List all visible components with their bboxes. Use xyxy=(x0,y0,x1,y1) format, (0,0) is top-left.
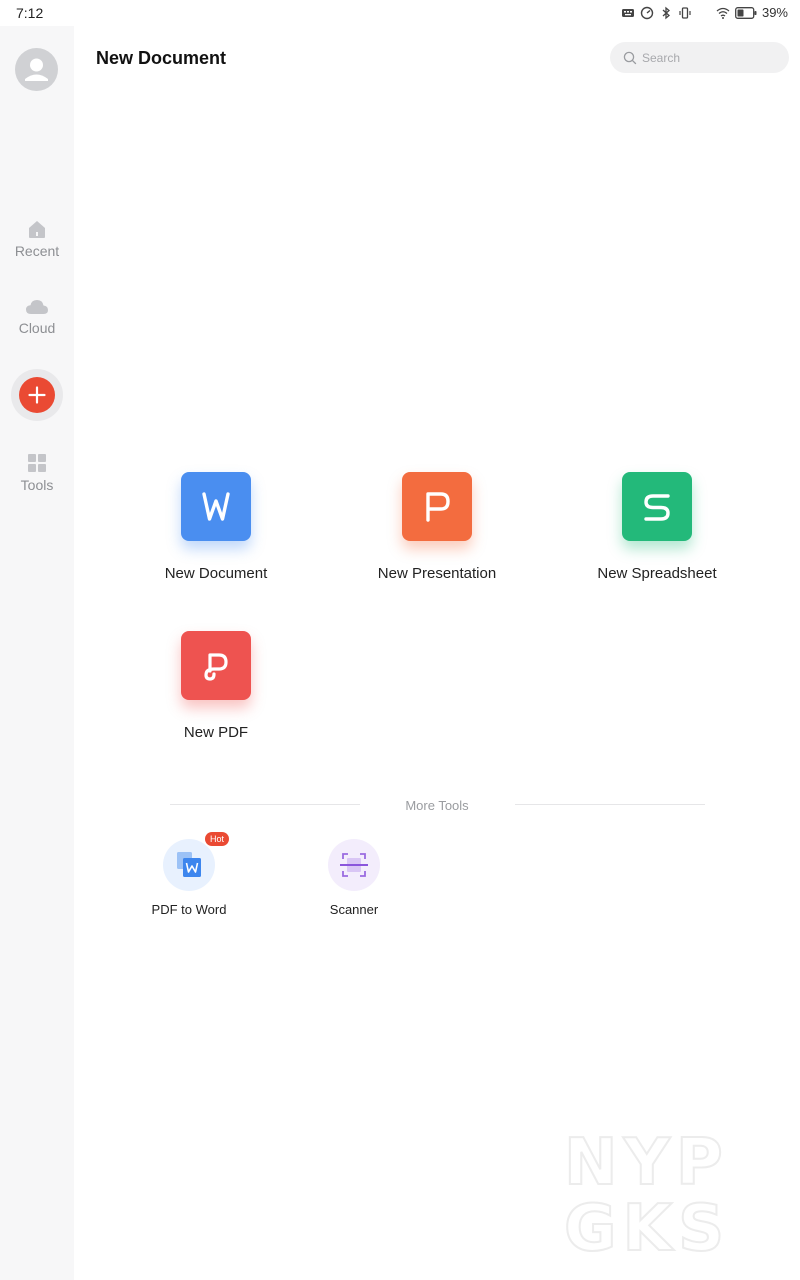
more-tools-label: More Tools xyxy=(405,798,469,813)
user-icon xyxy=(25,58,48,81)
grid-icon xyxy=(28,454,46,472)
avatar[interactable] xyxy=(15,48,58,91)
sidebar-item-recent[interactable]: Recent xyxy=(0,219,74,259)
moon-icon xyxy=(699,7,707,18)
presentation-icon xyxy=(402,472,472,541)
new-presentation-button[interactable]: New Presentation xyxy=(337,472,537,582)
pdf-icon xyxy=(181,631,251,700)
sidebar-item-cloud[interactable]: Cloud xyxy=(0,298,74,336)
search-input[interactable] xyxy=(642,42,782,73)
home-icon xyxy=(29,221,45,238)
page-title: New Document xyxy=(96,48,227,68)
plus-icon xyxy=(28,386,46,404)
svg-text:NYP: NYP xyxy=(564,1128,729,1200)
create-button[interactable] xyxy=(19,377,55,413)
bluetooth-icon xyxy=(662,6,670,19)
scanner-button[interactable]: Scanner xyxy=(294,839,414,917)
status-bar: 7:12 39% xyxy=(0,0,800,26)
create-fab[interactable] xyxy=(11,369,63,421)
sidebar-item-label: Recent xyxy=(14,243,60,259)
wifi-icon xyxy=(716,7,730,19)
tile-label: New PDF xyxy=(183,724,249,741)
hot-badge: Hot xyxy=(205,832,230,846)
new-pdf-button[interactable]: New PDF xyxy=(116,631,316,741)
sidebar: Recent Cloud Tools xyxy=(0,26,74,1280)
search-icon xyxy=(623,51,637,65)
new-document-button[interactable]: New Document xyxy=(116,472,316,582)
tool-label: Scanner xyxy=(329,902,379,917)
battery-icon xyxy=(735,6,757,19)
status-time: 7:12 xyxy=(16,5,44,21)
tool-label: PDF to Word xyxy=(151,902,227,917)
vibrate-icon xyxy=(679,6,691,19)
cloud-icon xyxy=(26,300,48,314)
status-icons: 39% xyxy=(621,5,788,20)
spreadsheet-icon xyxy=(622,472,692,541)
scanner-icon xyxy=(328,839,380,891)
keyboard-icon xyxy=(621,8,634,17)
sidebar-item-tools[interactable]: Tools xyxy=(0,453,74,493)
speedometer-icon xyxy=(640,6,654,19)
battery-percent: 39% xyxy=(761,5,788,20)
tile-label: New Document xyxy=(164,565,268,582)
sidebar-item-label: Cloud xyxy=(18,320,56,336)
svg-text:GKS: GKS xyxy=(564,1192,730,1254)
pdf-to-word-button[interactable]: Hot PDF to Word xyxy=(129,832,249,917)
divider-left xyxy=(170,804,360,805)
watermark-logo: NYP GKS xyxy=(563,1128,730,1254)
divider-right xyxy=(515,804,705,805)
pdf-to-word-icon: Hot xyxy=(163,832,230,891)
search-box[interactable] xyxy=(610,42,789,73)
tile-label: New Spreadsheet xyxy=(597,565,717,582)
new-spreadsheet-button[interactable]: New Spreadsheet xyxy=(557,472,757,582)
tile-label: New Presentation xyxy=(377,565,497,582)
sidebar-item-label: Tools xyxy=(20,477,54,493)
word-icon xyxy=(181,472,251,541)
